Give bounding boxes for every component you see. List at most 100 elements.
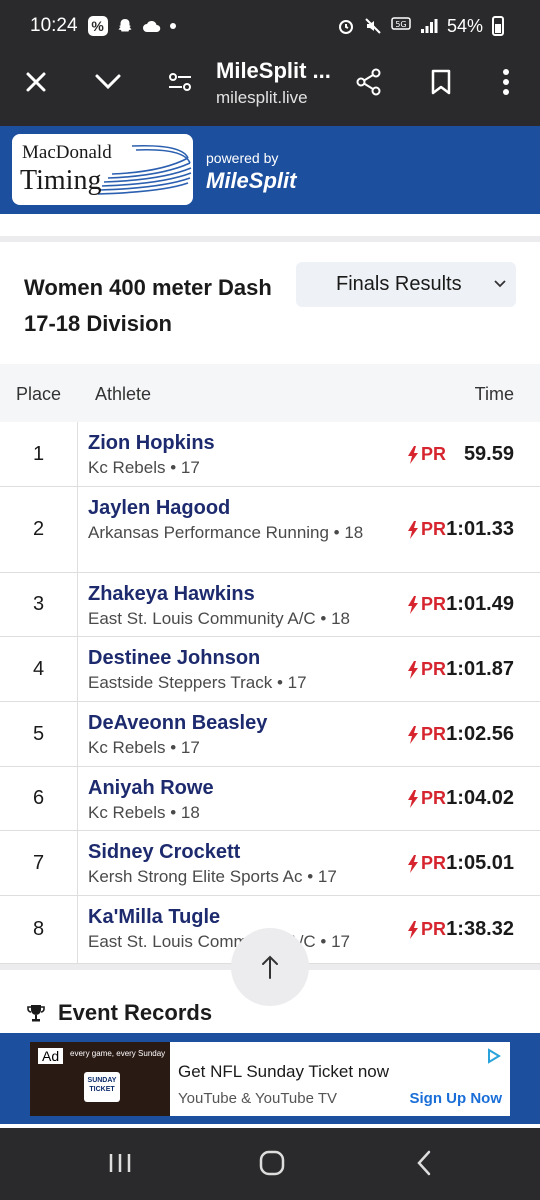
table-row[interactable]: 2 Jaylen Hagood Arkansas Performance Runni… <box>0 487 540 573</box>
share-icon[interactable] <box>351 64 387 100</box>
ad-tag: Ad <box>38 1048 64 1064</box>
mute-icon <box>365 18 381 34</box>
table-body: 1 Zion Hopkins Kc Rebels • 17 PR 59.59 2 Jayle… <box>0 422 540 964</box>
header-athlete: Athlete <box>95 384 152 404</box>
athlete-team: East St. Louis Community A/C • 17 <box>88 932 351 951</box>
lightning-icon <box>407 520 418 539</box>
athlete-name-link[interactable]: Zhakeya Hawkins <box>88 581 368 607</box>
pr-label: PR <box>420 594 446 614</box>
row-time: 1:38.32 <box>446 918 514 940</box>
table-row[interactable]: 1 Zion Hopkins Kc Rebels • 17 PR 59.59 <box>0 422 540 487</box>
pr-badge: PR <box>407 724 446 745</box>
athlete-name-link[interactable]: Jaylen Hagood <box>88 495 368 521</box>
ad-signup-link[interactable]: Sign Up Now <box>410 1090 503 1107</box>
athlete-name-link[interactable]: Ka'Milla Tugle <box>88 904 368 930</box>
scroll-to-top-button[interactable] <box>231 928 309 1006</box>
row-place: 8 <box>0 896 78 963</box>
pr-label: PR <box>420 659 446 679</box>
notification-icons: % <box>87 16 176 36</box>
athlete-team: Kc Rebels • 17 <box>88 738 200 757</box>
ad-title: Get NFL Sunday Ticket now <box>178 1062 390 1081</box>
cloud-icon <box>142 20 160 32</box>
ad-card[interactable]: Ad every game, every Sunday SUNDAY TICKE… <box>30 1042 510 1116</box>
system-icons: 5G 54% <box>337 16 504 37</box>
ad-image-badge-2: TICKET <box>89 1086 115 1093</box>
row-time: 1:01.87 <box>446 658 514 680</box>
adchoices-icon[interactable] <box>486 1048 502 1064</box>
athlete-team: Arkansas Performance Running • 18 <box>88 523 364 542</box>
results-select-value: Finals Results <box>336 273 462 295</box>
row-place: 7 <box>0 831 78 895</box>
row-place: 6 <box>0 767 78 830</box>
row-athlete: Aniyah Rowe Kc Rebels • 18 <box>88 775 368 825</box>
pr-badge: PR <box>407 519 446 540</box>
lightning-icon <box>407 595 418 614</box>
home-icon[interactable] <box>252 1148 292 1178</box>
athlete-team: Kc Rebels • 17 <box>88 458 200 477</box>
powered-by-label: powered by <box>206 150 279 166</box>
recent-apps-icon[interactable] <box>100 1148 140 1178</box>
ad-banner: Ad every game, every Sunday SUNDAY TICKE… <box>0 1033 540 1124</box>
alarm-icon <box>338 20 353 34</box>
athlete-name-link[interactable]: Aniyah Rowe <box>88 775 368 801</box>
row-athlete: DeAveonn Beasley Kc Rebels • 17 <box>88 710 368 760</box>
header-time: Time <box>474 384 514 404</box>
athlete-name-link[interactable]: Sidney Crockett <box>88 839 368 865</box>
more-options-icon[interactable] <box>488 64 524 100</box>
table-row[interactable]: 5 DeAveonn Beasley Kc Rebels • 17 PR 1:02.56 <box>0 702 540 767</box>
lightning-icon <box>407 920 418 939</box>
pr-badge: PR <box>407 788 446 809</box>
results-select[interactable]: Finals Results <box>296 262 516 307</box>
pr-label: PR <box>420 919 446 939</box>
chevron-down-icon[interactable] <box>90 64 126 100</box>
row-time: 1:01.33 <box>446 518 514 540</box>
table-row[interactable]: 4 Destinee Johnson Eastside Steppers Track… <box>0 637 540 702</box>
row-athlete: Destinee Johnson Eastside Steppers Track … <box>88 645 368 695</box>
logo-line1: MacDonald <box>22 142 112 163</box>
lightning-icon <box>407 854 418 873</box>
row-place: 3 <box>0 573 78 636</box>
milesplit-logo[interactable]: MileSplit <box>206 168 296 194</box>
percent-app-icon: % <box>87 16 108 36</box>
more-notifications-dot <box>169 23 176 29</box>
system-nav-bar <box>0 1128 540 1200</box>
table-header: Place Athlete Time <box>0 364 540 422</box>
status-bar: 10:24 % 5G 54% <box>30 10 504 42</box>
macdonald-timing-logo[interactable]: MacDonald Timing <box>12 134 193 205</box>
bookmark-icon[interactable] <box>423 64 459 100</box>
table-row[interactable]: 7 Sidney Crockett Kersh Strong Elite Sport… <box>0 831 540 896</box>
page-title: MileSplit ... <box>216 58 331 83</box>
pr-label: PR <box>420 853 446 873</box>
table-row[interactable]: 3 Zhakeya Hawkins East St. Louis Community… <box>0 573 540 637</box>
ad-image-caption: every game, every Sunday <box>70 1049 166 1058</box>
ad-image[interactable]: Ad every game, every Sunday SUNDAY TICKE… <box>30 1042 170 1116</box>
athlete-name-link[interactable]: Zion Hopkins <box>88 430 368 456</box>
event-title: Women 400 meter Dash 17-18 Division <box>24 275 272 336</box>
row-place: 4 <box>0 637 78 701</box>
arrow-up-icon <box>262 955 278 979</box>
timing-banner: MacDonald Timing powered by MileSplit <box>0 126 540 214</box>
pr-label: PR <box>420 724 446 744</box>
ad-subtitle: YouTube & YouTube TV <box>178 1090 338 1107</box>
athlete-name-link[interactable]: Destinee Johnson <box>88 645 368 671</box>
lightning-icon <box>407 660 418 679</box>
site-settings-icon[interactable] <box>162 64 198 100</box>
pr-badge: PR <box>407 853 446 874</box>
row-athlete: Jaylen Hagood Arkansas Performance Runnin… <box>88 495 368 545</box>
sunday-ticket-logo: SUNDAY TICKET <box>84 1072 120 1102</box>
page-url[interactable]: milesplit.live <box>216 88 308 108</box>
snapchat-icon <box>118 19 132 32</box>
logo-line2: Timing <box>20 165 102 196</box>
row-athlete: Zhakeya Hawkins East St. Louis Community … <box>88 581 368 631</box>
event-records-title: Event Records <box>58 1000 213 1025</box>
pr-label: PR <box>420 788 446 808</box>
row-time: 1:02.56 <box>446 723 514 745</box>
athlete-team: East St. Louis Community A/C • 18 <box>88 609 351 628</box>
athlete-name-link[interactable]: DeAveonn Beasley <box>88 710 368 736</box>
back-icon[interactable] <box>404 1148 444 1178</box>
table-row[interactable]: 6 Aniyah Rowe Kc Rebels • 18 PR 1:04.02 <box>0 767 540 831</box>
athlete-team: Kc Rebels • 18 <box>88 803 200 822</box>
close-icon[interactable] <box>18 64 54 100</box>
row-athlete: Ka'Milla Tugle East St. Louis Community A… <box>88 904 368 954</box>
results-table: Place Athlete Time 1 Zion Hopkins Kc Rebel… <box>0 364 540 964</box>
